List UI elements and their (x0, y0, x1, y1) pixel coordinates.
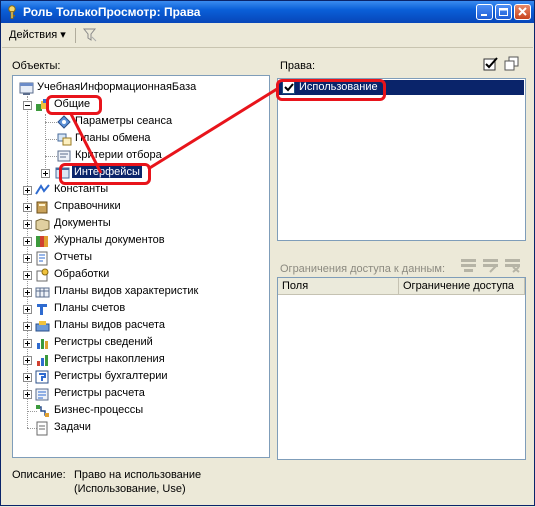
role-rights-window: Роль ТолькоПросмотр: Права Действия ▾ Об… (0, 0, 535, 506)
annotation-arrows (69, 87, 278, 174)
